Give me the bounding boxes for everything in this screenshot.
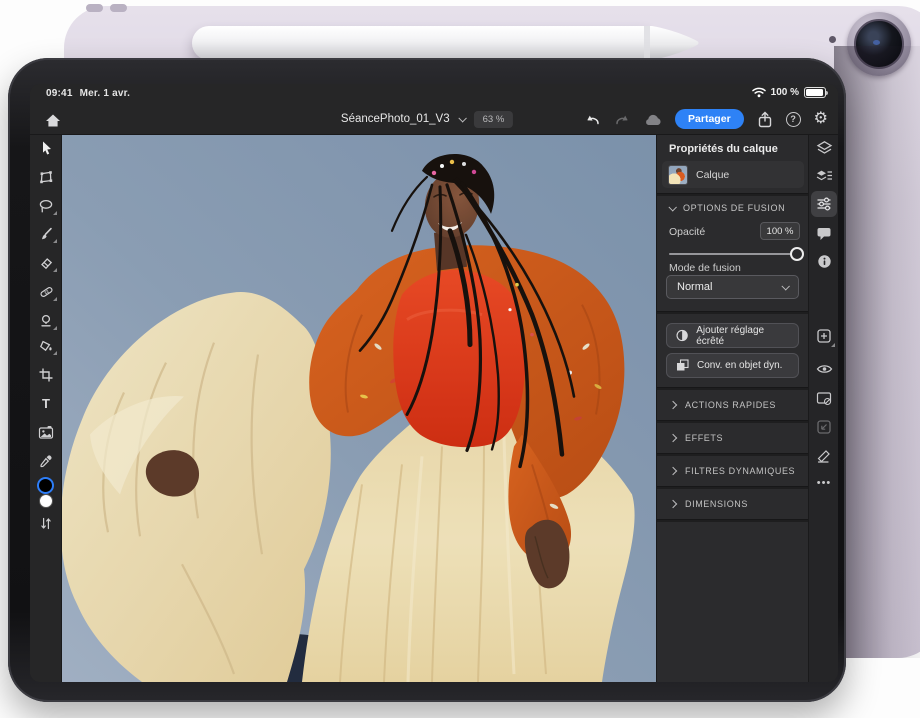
slider-knob[interactable] <box>790 247 804 261</box>
chevron-right-icon <box>669 434 677 442</box>
place-photo-tool[interactable] <box>30 421 62 443</box>
date: Mer. 1 avr. <box>80 88 131 99</box>
slider-track <box>669 253 796 255</box>
crop-tool[interactable] <box>30 364 62 386</box>
home-button[interactable] <box>42 110 64 130</box>
layer-properties-icon[interactable] <box>809 164 838 188</box>
add-layer-icon[interactable] <box>809 324 838 348</box>
more-options-icon[interactable]: ••• <box>809 471 838 495</box>
battery-icon <box>804 87 826 98</box>
volume-button <box>86 4 103 12</box>
export-icon[interactable] <box>757 111 773 128</box>
swap-colors[interactable] <box>30 512 62 534</box>
mic-dot <box>829 36 836 43</box>
marketing-scene: 09:41 Mer. 1 avr. 100 % <box>0 0 920 718</box>
eyedropper-tool[interactable] <box>30 450 62 472</box>
opacity-label: Opacité <box>669 226 705 238</box>
chevron-down-icon <box>781 282 789 290</box>
help-icon[interactable]: ? <box>786 112 801 127</box>
blend-mode-label: Mode de fusion <box>669 262 741 274</box>
divider <box>657 519 809 522</box>
properties-sliders-icon[interactable] <box>809 192 838 216</box>
pencil-body <box>192 26 648 60</box>
foreground-color-swatch[interactable] <box>37 477 54 494</box>
undo-icon[interactable] <box>584 112 601 127</box>
eraser-tool[interactable] <box>30 252 62 274</box>
section-filtres-dynamiques[interactable]: FILTRES DYNAMIQUES <box>657 456 809 486</box>
photoshop-app: 09:41 Mer. 1 avr. 100 % <box>30 84 838 682</box>
lasso-select-tool[interactable] <box>30 195 62 217</box>
section-actions-rapides[interactable]: ACTIONS RAPIDES <box>657 390 809 420</box>
opacity-slider[interactable] <box>669 247 788 261</box>
blend-mode-dropdown[interactable]: Normal <box>666 275 799 299</box>
panel-title: Propriétés du calque <box>669 143 778 155</box>
shadow-overlay <box>834 46 920 658</box>
cloud-sync-icon[interactable] <box>644 113 662 126</box>
healing-brush-tool[interactable] <box>30 281 62 303</box>
chevron-down-icon <box>668 203 676 211</box>
settings-gear-icon[interactable]: ⚙ <box>814 111 828 127</box>
layers-icon[interactable] <box>809 136 838 160</box>
layer-properties-panel: Propriétés du calque Calque OPTIONS DE F… <box>656 135 808 682</box>
chevron-right-icon <box>669 467 677 475</box>
front-ipad: 09:41 Mer. 1 avr. 100 % <box>8 58 846 702</box>
section-effets[interactable]: EFFETS <box>657 423 809 453</box>
type-tool[interactable]: T <box>30 392 62 414</box>
visibility-eye-icon[interactable] <box>809 357 838 381</box>
chevron-right-icon <box>669 500 677 508</box>
canvas-photo[interactable] <box>62 135 656 682</box>
pencil-tip <box>644 26 704 60</box>
document-title[interactable]: SéancePhoto_01_V3 <box>341 113 450 125</box>
layer-mask-icon[interactable] <box>809 386 838 410</box>
section-dimensions[interactable]: DIMENSIONS <box>657 489 809 519</box>
clock: 09:41 <box>46 88 73 99</box>
opacity-value[interactable]: 100 % <box>760 222 800 240</box>
info-icon[interactable] <box>809 249 838 273</box>
smart-object-icon <box>676 359 689 372</box>
app-header: SéancePhoto_01_V3 63 % <box>30 104 838 135</box>
move-tool[interactable] <box>30 137 62 159</box>
layer-name: Calque <box>696 169 729 181</box>
flatten-icon[interactable] <box>809 444 838 468</box>
comment-icon[interactable] <box>809 221 838 245</box>
lens-glint <box>873 40 880 45</box>
adjustment-icon <box>676 329 688 342</box>
clone-stamp-tool[interactable] <box>30 310 62 332</box>
add-clipped-adjustment-button[interactable]: Ajouter réglage écrêté <box>666 323 799 348</box>
chevron-right-icon <box>669 401 677 409</box>
home-icon <box>45 113 61 128</box>
volume-button <box>110 4 127 12</box>
ios-status-bar: 09:41 Mer. 1 avr. 100 % <box>30 84 838 104</box>
wifi-icon <box>752 87 766 98</box>
chevron-down-icon <box>458 114 466 122</box>
share-button[interactable]: Partager <box>675 109 744 129</box>
brush-tool[interactable] <box>30 223 62 245</box>
transform-tool[interactable] <box>30 166 62 188</box>
blend-options-header[interactable]: OPTIONS DE FUSION <box>669 203 785 213</box>
redo-icon[interactable] <box>614 112 631 127</box>
battery-percent: 100 % <box>771 87 799 98</box>
fill-tool[interactable] <box>30 335 62 357</box>
divider <box>657 311 809 314</box>
convert-smart-object-button[interactable]: Conv. en objet dyn. <box>666 353 799 378</box>
layer-thumbnail <box>668 165 688 185</box>
zoom-level-badge[interactable]: 63 % <box>474 111 514 128</box>
layer-row[interactable]: Calque <box>662 161 804 188</box>
apple-pencil <box>192 26 704 60</box>
place-embed-icon[interactable] <box>809 415 838 439</box>
background-color-swatch[interactable] <box>39 494 53 508</box>
divider <box>657 193 809 196</box>
tools-rail: T <box>30 135 62 682</box>
panel-switch-rail: ••• <box>808 135 838 682</box>
